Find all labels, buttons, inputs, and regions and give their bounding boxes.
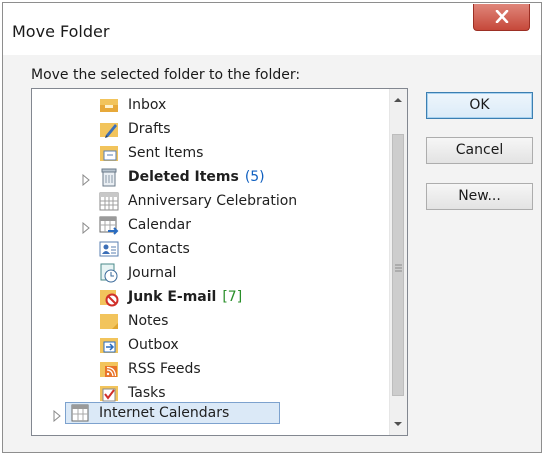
folder-label: Junk E-mail (128, 289, 217, 305)
sent-items-icon (98, 142, 120, 164)
tasks-icon (98, 382, 120, 404)
rss-feeds-icon (98, 358, 120, 380)
item-count: [7] (222, 289, 243, 305)
move-folder-dialog: Move Folder Move the selected folder to … (2, 2, 542, 453)
ok-button[interactable]: OK (426, 92, 533, 119)
folder-label: Inbox (128, 97, 167, 113)
tree-item-notes[interactable]: Notes (128, 310, 168, 332)
tree-item-rss-feeds[interactable]: RSS Feeds (128, 358, 201, 380)
internet-calendars-icon (69, 402, 91, 424)
tree-item-deleted-items[interactable]: Deleted Items (5) (128, 166, 265, 188)
unread-count: (5) (244, 169, 265, 185)
drafts-icon (98, 118, 120, 140)
deleted-items-icon (98, 166, 120, 188)
scroll-thumb[interactable] (392, 134, 404, 396)
folder-label: Drafts (128, 121, 171, 137)
tree-item-sent-items[interactable]: Sent Items (128, 142, 203, 164)
folder-label: Anniversary Celebration (128, 193, 298, 209)
expand-arrow-icon[interactable] (81, 171, 91, 187)
folder-label: Outbox (128, 337, 179, 353)
folder-label: Deleted Items (128, 169, 239, 185)
tree-item-contacts[interactable]: Contacts (128, 238, 190, 260)
close-icon (495, 10, 509, 23)
new-folder-button[interactable]: New... (426, 183, 533, 210)
folder-tree[interactable]: Inbox Drafts Sent Items Deleted Items (5) (31, 88, 408, 436)
dialog-title: Move Folder (12, 22, 110, 41)
tree-item-calendar[interactable]: Calendar (128, 214, 191, 236)
scroll-down-arrow-icon[interactable] (393, 421, 403, 427)
folder-label: Contacts (128, 241, 190, 257)
tree-item-journal[interactable]: Journal (128, 262, 176, 284)
folder-label: Sent Items (128, 145, 204, 161)
folder-label: Calendar (128, 217, 191, 233)
junk-email-icon (98, 286, 120, 308)
folder-label: Journal (128, 265, 177, 281)
outbox-icon (98, 334, 120, 356)
move-prompt-label: Move the selected folder to the folder: (31, 67, 301, 83)
tree-scrollbar[interactable] (389, 89, 407, 435)
folder-label: Tasks (128, 385, 166, 401)
contacts-icon (98, 238, 120, 260)
scroll-grip-icon (395, 264, 402, 272)
cancel-button[interactable]: Cancel (426, 137, 533, 164)
close-button[interactable] (473, 4, 530, 31)
notes-icon (98, 310, 120, 332)
scroll-up-arrow-icon[interactable] (393, 97, 403, 103)
calendar-grid-icon (98, 190, 120, 212)
journal-icon (98, 262, 120, 284)
tree-item-junk-email[interactable]: Junk E-mail [7] (128, 286, 242, 308)
title-bar: Move Folder (3, 3, 541, 55)
folder-label: Notes (128, 313, 169, 329)
tree-item-internet-calendars[interactable]: Internet Calendars (99, 402, 229, 424)
calendar-icon (98, 214, 120, 236)
inbox-icon (98, 94, 120, 116)
tree-item-inbox[interactable]: Inbox (128, 94, 166, 116)
tree-item-drafts[interactable]: Drafts (128, 118, 171, 140)
expand-arrow-icon[interactable] (52, 407, 62, 423)
tree-item-anniversary-celebration[interactable]: Anniversary Celebration (128, 190, 297, 212)
folder-label: Internet Calendars (99, 405, 230, 421)
tree-item-tasks[interactable]: Tasks (128, 382, 166, 404)
folder-label: RSS Feeds (128, 361, 201, 377)
expand-arrow-icon[interactable] (81, 219, 91, 235)
tree-item-outbox[interactable]: Outbox (128, 334, 179, 356)
